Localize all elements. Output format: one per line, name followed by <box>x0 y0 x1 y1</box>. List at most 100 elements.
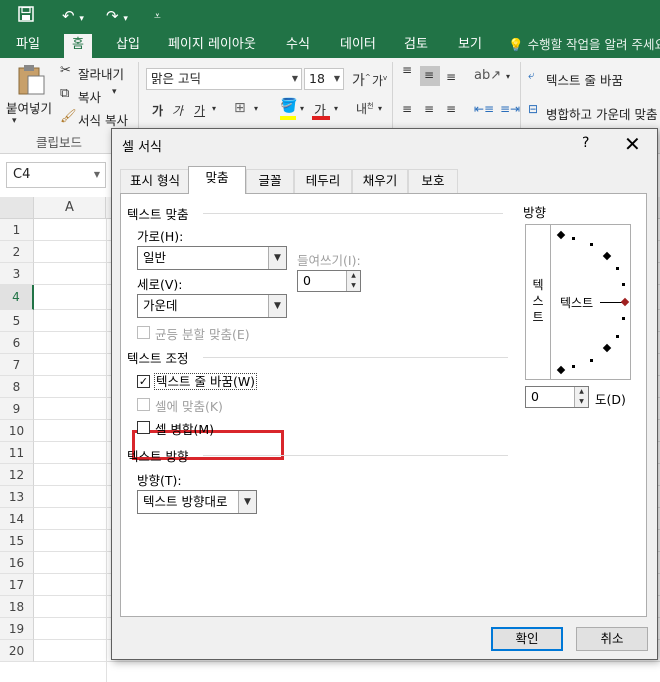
ok-button[interactable]: 확인 <box>491 627 563 651</box>
tab-view[interactable]: 보기 <box>450 32 490 58</box>
tab-file[interactable]: 파일 <box>8 32 48 58</box>
tab-page-layout[interactable]: 페이지 레이아웃 <box>160 32 264 58</box>
save-icon[interactable] <box>18 6 34 27</box>
column-header-a[interactable]: A <box>34 197 106 219</box>
orientation-dot[interactable] <box>616 267 619 270</box>
underline-icon[interactable]: 가 <box>194 102 205 119</box>
orientation-marker-0[interactable] <box>620 297 630 307</box>
align-right-icon[interactable]: ≡ <box>446 102 456 116</box>
row-header[interactable]: 5 <box>0 310 34 332</box>
paste-dropdown-icon[interactable]: ▾ <box>12 116 17 126</box>
orientation-marker-minus90[interactable] <box>556 365 566 375</box>
row-header[interactable]: 6 <box>0 332 34 354</box>
orientation-dot[interactable] <box>616 335 619 338</box>
row-header[interactable]: 13 <box>0 486 34 508</box>
paste-button[interactable]: 붙여넣기 <box>6 98 52 117</box>
row-header[interactable]: 19 <box>0 618 34 640</box>
scissors-icon[interactable]: ✂ <box>60 63 71 78</box>
orientation-marker-90[interactable] <box>556 230 566 240</box>
spin-up-icon[interactable]: ▲ <box>346 271 360 281</box>
row-header[interactable]: 18 <box>0 596 34 618</box>
spin-up-icon[interactable]: ▲ <box>574 387 588 397</box>
tab-home[interactable]: 홈 <box>64 34 92 58</box>
redo-icon[interactable]: ↷ ▾ <box>106 6 128 29</box>
spin-down-icon[interactable]: ▼ <box>574 397 588 407</box>
border-dropdown-icon[interactable]: ▾ <box>254 104 258 113</box>
wrap-text-label[interactable]: 텍스트 줄 바꿈(W) <box>154 373 258 390</box>
phonetic-icon[interactable]: 내천 <box>356 100 374 117</box>
orientation-dot[interactable] <box>622 283 625 286</box>
format-painter-icon[interactable]: 🖌 <box>60 109 77 124</box>
row-header[interactable]: 4 <box>0 285 34 310</box>
orientation-dot[interactable] <box>590 243 593 246</box>
close-icon[interactable]: ✕ <box>624 132 641 156</box>
wrap-text-icon[interactable]: ⤶ <box>528 68 535 83</box>
tab-alignment[interactable]: 맞춤 <box>188 166 246 194</box>
row-header[interactable]: 7 <box>0 354 34 376</box>
row-header[interactable]: 1 <box>0 219 34 241</box>
tab-border[interactable]: 테두리 <box>294 169 352 193</box>
cut-button[interactable]: 잘라내기 <box>78 64 124 83</box>
row-header[interactable]: 9 <box>0 398 34 420</box>
top-align-icon[interactable]: ≡ <box>402 64 412 76</box>
orientation-dot[interactable] <box>590 359 593 362</box>
merge-cells-checkbox[interactable] <box>137 421 150 434</box>
orientation-dropdown-icon[interactable]: ▾ <box>506 72 510 81</box>
customize-qat-icon[interactable]: ⩡ <box>154 6 161 26</box>
copy-icon[interactable]: ⧉ <box>60 86 69 101</box>
tab-protection[interactable]: 보호 <box>408 169 458 193</box>
align-center-icon[interactable]: ≡ <box>424 102 434 116</box>
row-header[interactable]: 2 <box>0 241 34 263</box>
vertical-text-button[interactable]: 텍 스 트 <box>526 225 551 379</box>
row-header[interactable]: 11 <box>0 442 34 464</box>
undo-icon[interactable]: ↶ ▾ <box>62 6 84 29</box>
horizontal-select[interactable]: 일반 ▼ <box>137 246 287 270</box>
tab-font[interactable]: 글꼴 <box>246 169 294 193</box>
copy-button[interactable]: 복사 <box>78 87 101 106</box>
row-header[interactable]: 20 <box>0 640 34 662</box>
row-header[interactable]: 16 <box>0 552 34 574</box>
fill-color-icon[interactable]: 🪣 <box>280 98 297 114</box>
row-header[interactable]: 3 <box>0 263 34 285</box>
italic-icon[interactable]: 가 <box>172 102 183 119</box>
decrease-indent-icon[interactable]: ⇤≡ <box>474 102 494 116</box>
copy-dropdown-icon[interactable]: ▾ <box>112 87 117 97</box>
tell-me-box[interactable]: 💡 수행할 작업을 알려 주세요 <box>508 32 660 58</box>
wrap-text-button[interactable]: 텍스트 줄 바꿈 <box>546 70 623 89</box>
help-button[interactable]: ? <box>582 135 589 151</box>
tab-fill[interactable]: 채우기 <box>352 169 408 193</box>
wrap-text-checkbox[interactable]: ✓ <box>137 375 150 388</box>
select-all-corner[interactable] <box>0 197 34 219</box>
name-box[interactable]: C4 ▼ <box>6 162 106 188</box>
fill-dropdown-icon[interactable]: ▾ <box>300 104 304 113</box>
tab-insert[interactable]: 삽입 <box>108 32 148 58</box>
orientation-marker-minus45[interactable] <box>602 343 612 353</box>
decrease-font-icon[interactable]: 가v <box>372 72 387 89</box>
increase-indent-icon[interactable]: ≡⇥ <box>500 102 520 116</box>
spin-down-icon[interactable]: ▼ <box>346 281 360 291</box>
underline-dropdown-icon[interactable]: ▾ <box>212 104 216 113</box>
tab-data[interactable]: 데이터 <box>332 32 384 58</box>
indent-spinner[interactable]: 0 ▲ ▼ <box>297 270 361 292</box>
bold-icon[interactable]: 가 <box>152 102 163 119</box>
cancel-button[interactable]: 취소 <box>576 627 648 651</box>
direction-select[interactable]: 텍스트 방향대로 ▼ <box>137 490 257 514</box>
bottom-align-icon[interactable]: ≡ <box>446 70 456 84</box>
tab-number[interactable]: 표시 형식 <box>120 169 190 193</box>
font-size-combo[interactable]: 18 ▼ <box>304 68 344 90</box>
align-left-icon[interactable]: ≡ <box>402 102 412 116</box>
merge-center-icon[interactable]: ⊟ <box>528 102 538 116</box>
orientation-dot[interactable] <box>572 237 575 240</box>
row-header[interactable]: 14 <box>0 508 34 530</box>
orientation-marker-45[interactable] <box>602 251 612 261</box>
row-header[interactable]: 10 <box>0 420 34 442</box>
tab-review[interactable]: 검토 <box>396 32 436 58</box>
paste-icon[interactable] <box>16 64 46 99</box>
orientation-dot[interactable] <box>572 365 575 368</box>
orientation-dot[interactable] <box>622 317 625 320</box>
format-painter-button[interactable]: 서식 복사 <box>78 110 128 129</box>
row-header[interactable]: 8 <box>0 376 34 398</box>
merge-center-button[interactable]: 병합하고 가운데 맞춤 <box>546 104 657 123</box>
row-header[interactable]: 12 <box>0 464 34 486</box>
tab-formulas[interactable]: 수식 <box>278 32 318 58</box>
